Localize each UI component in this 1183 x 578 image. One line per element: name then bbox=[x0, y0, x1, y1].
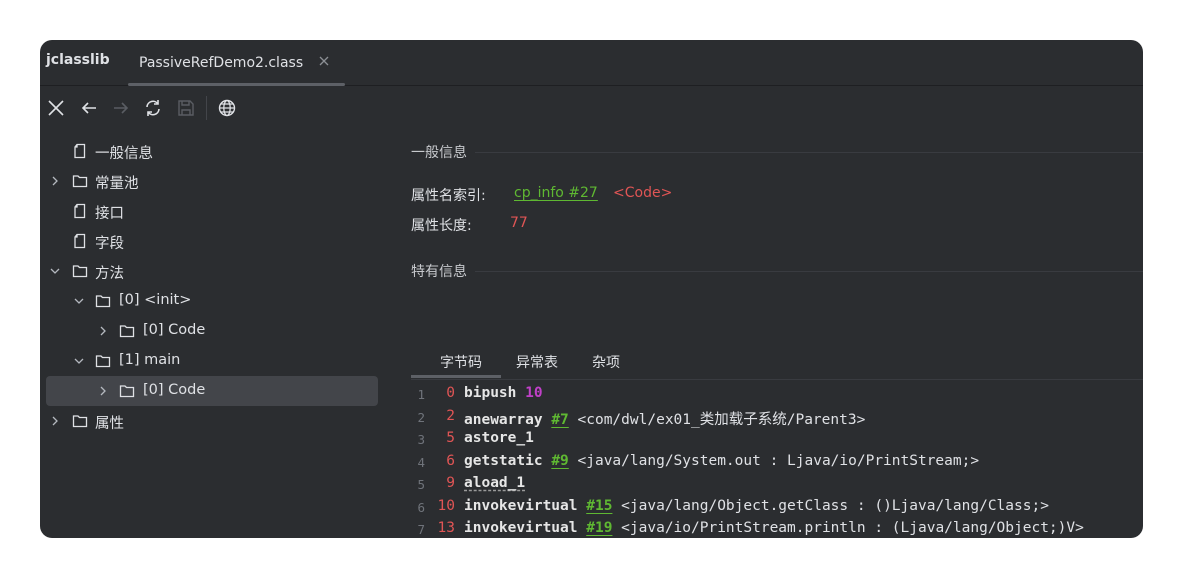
chevron-right-icon[interactable] bbox=[98, 386, 108, 396]
folder-icon bbox=[72, 265, 88, 278]
tree-item-constant-pool[interactable]: 常量池 bbox=[46, 166, 378, 196]
folder-icon bbox=[72, 415, 88, 428]
specific-info-section: 特有信息 bbox=[411, 261, 1143, 281]
name-index-link[interactable]: cp_info #27 bbox=[514, 185, 598, 201]
tree-item-fields[interactable]: 字段 bbox=[46, 226, 378, 256]
back-icon[interactable] bbox=[80, 99, 98, 117]
folder-icon bbox=[95, 355, 111, 368]
constant-pool-link[interactable]: #15 bbox=[586, 498, 612, 514]
operand-number: 10 bbox=[525, 385, 543, 401]
tree-item-method-init[interactable]: [0] <init> bbox=[46, 286, 378, 316]
chevron-down-icon[interactable] bbox=[74, 356, 84, 366]
detail-panel: 一般信息 属性名索引: cp_info #27 <Code> 属性长度: 77 … bbox=[411, 130, 1143, 538]
tree-item-label: 接口 bbox=[95, 206, 124, 222]
tree-item-label: [0] <init> bbox=[119, 292, 192, 308]
tree-item-init-code[interactable]: [0] Code bbox=[46, 316, 378, 346]
bytecode-offset: 9 bbox=[446, 475, 455, 491]
folder-icon bbox=[119, 325, 135, 338]
instruction: getstatic #9 <java/lang/System.out : Lja… bbox=[464, 453, 979, 469]
opcode: getstatic bbox=[464, 452, 543, 469]
folder-icon bbox=[119, 385, 135, 398]
operand-comment: <java/lang/System.out : Ljava/io/PrintSt… bbox=[577, 452, 980, 469]
chevron-right-icon[interactable] bbox=[98, 326, 108, 336]
attribute-length-label: 属性长度: bbox=[411, 218, 472, 234]
globe-icon[interactable] bbox=[218, 99, 236, 117]
bytecode-offset: 5 bbox=[446, 430, 455, 446]
bytecode-offset: 13 bbox=[437, 520, 455, 536]
tree-item-methods[interactable]: 方法 bbox=[46, 256, 378, 286]
instruction: anewarray #7 <com/dwl/ex01_类加载子系统/Parent… bbox=[464, 408, 865, 429]
close-tab-icon[interactable] bbox=[318, 55, 330, 67]
folder-icon bbox=[72, 175, 88, 188]
opcode: anewarray bbox=[464, 411, 543, 428]
opcode: invokevirtual bbox=[464, 497, 578, 514]
file-tab[interactable]: PassiveRefDemo2.class bbox=[128, 40, 345, 86]
instruction: invokevirtual #15 <java/lang/Object.getC… bbox=[464, 498, 1049, 514]
opcode: bipush bbox=[464, 385, 517, 401]
active-subtab-indicator bbox=[411, 375, 501, 378]
operand-comment: <java/lang/Object.getClass : ()Ljava/lan… bbox=[621, 497, 1049, 514]
tree-item-label: [0] Code bbox=[143, 322, 206, 338]
bytecode-offset: 6 bbox=[446, 452, 455, 469]
constant-pool-link[interactable]: #7 bbox=[551, 412, 568, 428]
bytecode-tabs: 字节码 异常表 杂项 bbox=[411, 350, 1143, 380]
instruction: bipush 10 bbox=[464, 385, 543, 401]
constant-pool-link[interactable]: #9 bbox=[551, 453, 568, 469]
tree-item-label: [1] main bbox=[119, 352, 181, 368]
tree-item-interfaces[interactable]: 接口 bbox=[46, 196, 378, 226]
app-window: jclasslib PassiveRefDemo2.class 一般信息 常量池… bbox=[40, 40, 1143, 538]
bytecode-offset: 0 bbox=[446, 385, 455, 401]
tree-item-label: 字段 bbox=[95, 236, 124, 252]
opcode: aload_1 bbox=[464, 475, 526, 491]
file-tab-label: PassiveRefDemo2.class bbox=[139, 55, 304, 71]
tab-misc[interactable]: 杂项 bbox=[592, 352, 620, 372]
name-index-value: <Code> bbox=[613, 185, 673, 201]
toolbar bbox=[40, 86, 1143, 130]
name-index-label: 属性名索引: bbox=[411, 188, 486, 204]
folder-icon bbox=[95, 295, 111, 308]
constant-pool-link[interactable]: #19 bbox=[586, 520, 612, 536]
operand-comment: <com/dwl/ex01_类加载子系统/Parent3> bbox=[577, 411, 866, 428]
tree-item-general-info[interactable]: 一般信息 bbox=[46, 136, 378, 166]
divider bbox=[475, 151, 1143, 153]
tree-item-label: 常量池 bbox=[95, 176, 139, 192]
tree-item-label: 方法 bbox=[95, 266, 124, 282]
save-icon[interactable] bbox=[177, 99, 195, 117]
close-icon[interactable] bbox=[47, 99, 65, 117]
file-icon bbox=[74, 143, 86, 159]
bytecode-offset: 10 bbox=[437, 497, 455, 514]
tree-item-label: [0] Code bbox=[143, 382, 206, 398]
tab-bytecode[interactable]: 字节码 bbox=[440, 352, 482, 372]
refresh-icon[interactable] bbox=[144, 99, 162, 117]
section-title: 一般信息 bbox=[411, 145, 467, 161]
general-info-section: 一般信息 bbox=[411, 142, 1143, 162]
tab-exception-table[interactable]: 异常表 bbox=[516, 352, 558, 372]
chevron-right-icon[interactable] bbox=[50, 416, 60, 426]
toolbar-separator bbox=[206, 96, 207, 120]
tree-item-main-code[interactable]: [0] Code bbox=[46, 376, 378, 406]
forward-icon[interactable] bbox=[112, 99, 130, 117]
tree-item-label: 属性 bbox=[95, 416, 124, 432]
title-bar: jclasslib PassiveRefDemo2.class bbox=[40, 40, 1143, 86]
bytecode-offset: 2 bbox=[446, 407, 455, 424]
opcode: astore_1 bbox=[464, 430, 534, 446]
app-name: jclasslib bbox=[46, 52, 110, 68]
file-icon bbox=[74, 233, 86, 249]
chevron-down-icon[interactable] bbox=[50, 266, 60, 276]
section-title: 特有信息 bbox=[411, 264, 467, 280]
attribute-length-value: 77 bbox=[510, 215, 528, 231]
divider bbox=[475, 270, 1143, 272]
instruction: invokevirtual #19 <java/io/PrintStream.p… bbox=[464, 520, 1084, 536]
tree-item-method-main[interactable]: [1] main bbox=[46, 346, 378, 376]
opcode: invokevirtual bbox=[464, 520, 578, 536]
operand-comment: <java/io/PrintStream.println : (Ljava/la… bbox=[621, 520, 1084, 536]
tree-item-attributes[interactable]: 属性 bbox=[46, 406, 378, 436]
chevron-right-icon[interactable] bbox=[50, 176, 60, 186]
tree-item-label: 一般信息 bbox=[95, 146, 153, 162]
file-icon bbox=[74, 203, 86, 219]
chevron-down-icon[interactable] bbox=[74, 296, 84, 306]
